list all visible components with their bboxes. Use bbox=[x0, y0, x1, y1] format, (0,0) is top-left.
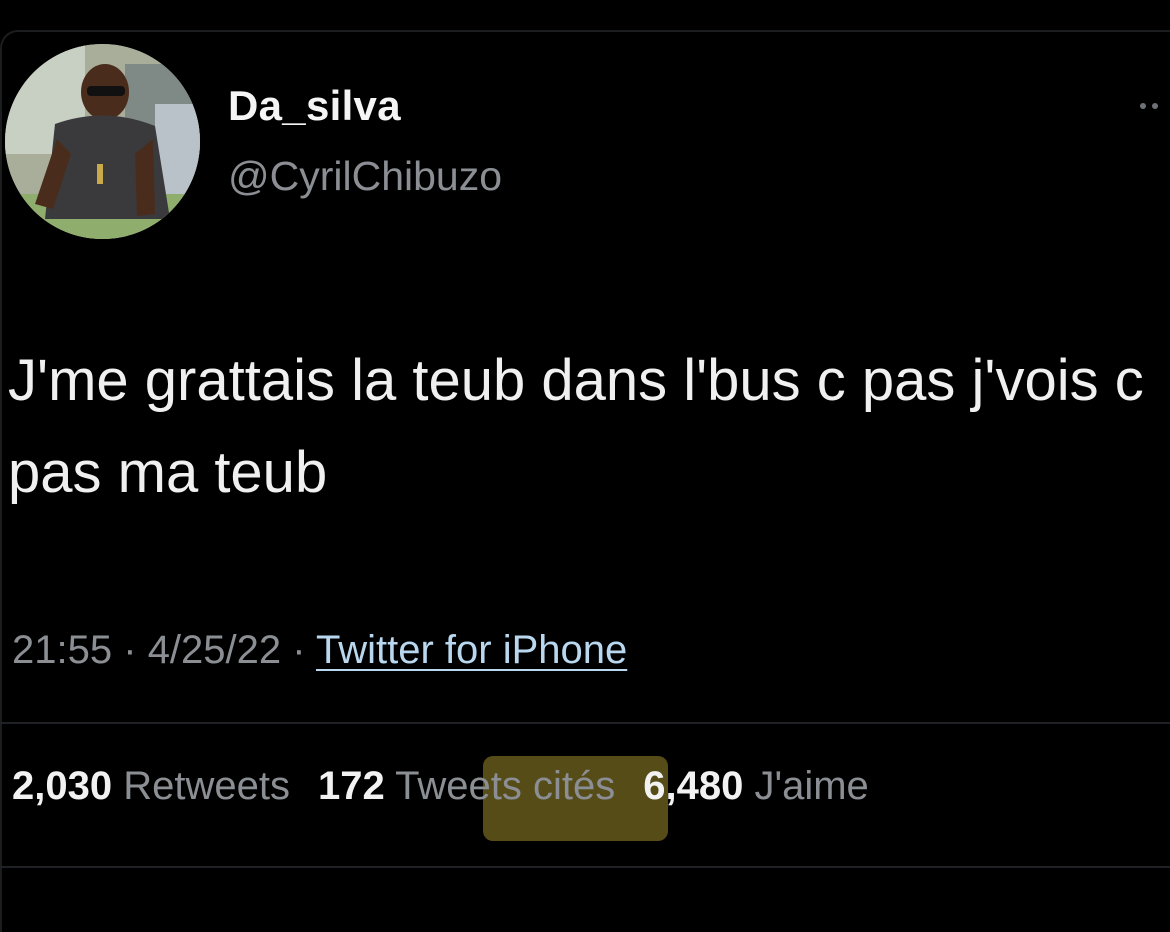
quote-tweets-label: cités bbox=[532, 764, 616, 808]
more-dots-icon bbox=[1152, 103, 1158, 109]
more-dots-icon bbox=[1140, 103, 1146, 109]
divider bbox=[0, 866, 1170, 868]
quote-tweets-label-highlighted: Tweets bbox=[395, 764, 522, 808]
quote-tweets-stat[interactable]: 172 Tweets cités bbox=[318, 764, 615, 808]
avatar[interactable] bbox=[5, 44, 200, 239]
retweets-count: 2,030 bbox=[12, 764, 113, 808]
tweet-text: J'me grattais la teub dans l'bus c pas j… bbox=[8, 348, 1144, 505]
meta-separator: · bbox=[292, 628, 306, 672]
display-name[interactable]: Da_silva bbox=[228, 82, 401, 130]
user-handle[interactable]: @CyrilChibuzo bbox=[228, 153, 502, 200]
tweet-stats: 2,030 Retweets 172 Tweets cités 6,480 J'ai… bbox=[12, 764, 869, 809]
more-options-button[interactable] bbox=[1140, 96, 1170, 116]
tweet-source-link[interactable]: Twitter for iPhone bbox=[316, 628, 627, 672]
divider bbox=[0, 722, 1170, 724]
likes-stat[interactable]: 6,480 J'aime bbox=[643, 764, 869, 808]
avatar-photo bbox=[5, 44, 200, 239]
likes-label: J'aime bbox=[754, 764, 869, 808]
tweet-metadata: 21:55 · 4/25/22 · Twitter for iPhone bbox=[12, 628, 627, 673]
quote-tweets-count: 172 bbox=[317, 764, 385, 808]
likes-count: 6,480 bbox=[643, 764, 744, 808]
retweets-stat[interactable]: 2,030 Retweets bbox=[12, 764, 290, 808]
retweets-label: Retweets bbox=[123, 764, 290, 808]
tweet-date[interactable]: 4/25/22 bbox=[148, 628, 281, 672]
meta-separator: · bbox=[123, 628, 137, 672]
tweet-time[interactable]: 21:55 bbox=[12, 628, 112, 672]
